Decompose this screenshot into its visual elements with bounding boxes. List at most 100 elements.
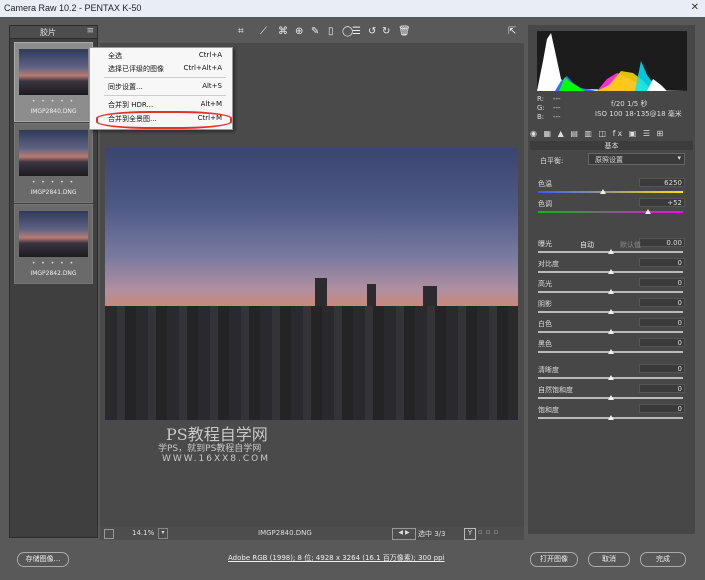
- slider-value[interactable]: 6250: [639, 178, 685, 187]
- title-bar: Camera Raw 10.2 - PENTAX K-50 ✕: [0, 0, 705, 18]
- slider-handle[interactable]: [607, 415, 614, 420]
- slider-handle[interactable]: [607, 309, 614, 314]
- slider-label: 清晰度: [538, 366, 559, 374]
- slider-value[interactable]: 0: [639, 318, 685, 327]
- rating-stars[interactable]: • • • • •: [15, 260, 92, 267]
- redeye-icon[interactable]: ⊕: [295, 26, 303, 37]
- slider-value[interactable]: 0: [639, 298, 685, 307]
- thumbnail-image: [19, 211, 88, 257]
- slider-handle[interactable]: [645, 209, 652, 214]
- auto-default-row: 自动 默认值: [538, 240, 685, 250]
- brush-icon[interactable]: ✎: [311, 26, 319, 37]
- slider-row: 色调 +52: [538, 198, 685, 219]
- slider-label: 对比度: [538, 260, 559, 268]
- filmstrip-header: 胶片 ≡: [10, 26, 97, 39]
- panel-tab-icons[interactable]: ◉ ▦ ▲ ▤ ▥ ◫ fx ▣ ☰ ⊞: [530, 129, 693, 140]
- selection-count: 选中 3/3: [418, 530, 446, 538]
- white-balance-select[interactable]: 原照设置 ▾: [588, 153, 685, 165]
- menu-item-select-rated[interactable]: 选择已评级的图像 Ctrl+Alt+A: [90, 62, 232, 75]
- slider-handle[interactable]: [607, 269, 614, 274]
- compare-buttons[interactable]: ▫▫▫: [478, 528, 501, 536]
- zoom-buttons[interactable]: [104, 529, 126, 551]
- slider-handle[interactable]: [607, 329, 614, 334]
- rating-stars[interactable]: • • • • •: [15, 179, 92, 186]
- histogram: [537, 31, 687, 91]
- slider-handle[interactable]: [607, 289, 614, 294]
- slider-track[interactable]: [538, 211, 683, 213]
- slider-value[interactable]: 0: [639, 404, 685, 413]
- slider-label: 饱和度: [538, 406, 559, 414]
- preview-footer: 14.1% ▾ IMGP2840.DNG ◀ ▶ 选中 3/3 Y ▫▫▫: [100, 527, 524, 551]
- menu-separator: [104, 77, 226, 78]
- before-after-button[interactable]: Y: [464, 528, 476, 540]
- slider-track[interactable]: [538, 191, 683, 193]
- building: [423, 285, 437, 306]
- building: [315, 277, 327, 306]
- trash-icon[interactable]: 🗑: [398, 26, 411, 37]
- zoom-level: 14.1%: [132, 529, 155, 537]
- slider-row: 高光 0: [538, 278, 685, 299]
- camera-raw-app: 胶片 ≡ • • • • • IMGP2840.DNG • • • • • IM…: [0, 17, 705, 580]
- g-value: ---: [553, 104, 561, 112]
- done-button[interactable]: 完成: [640, 552, 686, 567]
- default-link[interactable]: 默认值: [620, 240, 641, 250]
- slider-handle[interactable]: [607, 349, 614, 354]
- slider-row: 阴影 0: [538, 298, 685, 319]
- adjustments-panel: R: --- G: --- B: --- f/20 1/5 秒 ISO 100 …: [528, 25, 695, 534]
- straighten-icon[interactable]: ⟋: [260, 26, 267, 37]
- open-image-button[interactable]: 打开图像: [530, 552, 578, 567]
- slider-row: 自然饱和度 0: [538, 384, 685, 405]
- bottom-bar: 存储图像... Adobe RGB (1998); 8 位; 4928 x 32…: [0, 540, 705, 580]
- menu-item-select-all[interactable]: 全选 Ctrl+A: [90, 49, 232, 62]
- chevron-down-icon: ▾: [677, 154, 681, 162]
- auto-link[interactable]: 自动: [580, 240, 594, 250]
- rating-stars[interactable]: • • • • •: [15, 98, 92, 105]
- save-image-button[interactable]: 存储图像...: [17, 552, 69, 567]
- building: [367, 283, 376, 306]
- crop-icon[interactable]: ⌗: [238, 26, 244, 37]
- slider-handle[interactable]: [607, 375, 614, 380]
- slider-value[interactable]: +52: [639, 198, 685, 207]
- window-title: Camera Raw 10.2 - PENTAX K-50: [4, 3, 142, 13]
- slider-value[interactable]: 0: [639, 384, 685, 393]
- slider-row: 清晰度 0: [538, 364, 685, 385]
- menu-item-label: 合并到 HDR...: [108, 101, 154, 109]
- menu-item-label: 选择已评级的图像: [108, 65, 164, 73]
- slider-handle[interactable]: [600, 189, 607, 194]
- rotate-right-icon[interactable]: ↻: [382, 26, 390, 37]
- zoom-dropdown[interactable]: ▾: [158, 528, 168, 539]
- menu-item-label: 同步设置...: [108, 83, 143, 91]
- list-icon[interactable]: ☰: [352, 26, 361, 37]
- slider-value[interactable]: 0: [639, 258, 685, 267]
- thumbnail-image: [19, 49, 88, 95]
- filmstrip-thumb-1[interactable]: • • • • • IMGP2840.DNG: [14, 42, 93, 122]
- spot-removal-icon[interactable]: ⌘: [278, 26, 288, 37]
- current-filename: IMGP2840.DNG: [258, 529, 312, 537]
- menu-item-shortcut: Alt+S: [202, 82, 222, 90]
- slider-handle[interactable]: [607, 395, 614, 400]
- filmstrip-menu-icon[interactable]: ≡: [86, 26, 94, 36]
- close-icon[interactable]: ✕: [691, 2, 699, 13]
- menu-item-merge-hdr[interactable]: 合并到 HDR... Alt+M: [90, 98, 232, 111]
- fullscreen-icon[interactable]: ⇱: [508, 26, 516, 37]
- thumb-filename: IMGP2841.DNG: [30, 189, 77, 196]
- slider-value[interactable]: 0: [639, 364, 685, 373]
- red-highlight-ellipse: [96, 111, 232, 129]
- r-label: R:: [537, 95, 545, 103]
- cancel-button[interactable]: 取消: [588, 552, 630, 567]
- iso-lens: ISO 100 18-135@18 毫米: [595, 110, 682, 118]
- menu-item-sync-settings[interactable]: 同步设置... Alt+S: [90, 80, 232, 93]
- slider-value[interactable]: 0: [639, 338, 685, 347]
- basic-section-header: 基本: [530, 141, 693, 150]
- filmstrip-title: 胶片: [40, 28, 56, 37]
- slider-value[interactable]: 0: [639, 278, 685, 287]
- graduated-filter-icon[interactable]: ▯: [328, 26, 334, 37]
- workflow-options-link[interactable]: Adobe RGB (1998); 8 位; 4928 x 3264 (16.1…: [228, 553, 445, 563]
- filmstrip-thumb-2[interactable]: • • • • • IMGP2841.DNG: [14, 123, 93, 203]
- preview-photo[interactable]: [105, 148, 518, 420]
- zoom-out-icon[interactable]: [104, 529, 114, 539]
- rotate-left-icon[interactable]: ↺: [368, 26, 376, 37]
- filmstrip-thumb-3[interactable]: • • • • • IMGP2842.DNG: [14, 204, 93, 284]
- image-nav-buttons[interactable]: ◀ ▶: [392, 528, 416, 540]
- watermark-subtitle: 学PS，就到PS教程自学网: [158, 444, 262, 454]
